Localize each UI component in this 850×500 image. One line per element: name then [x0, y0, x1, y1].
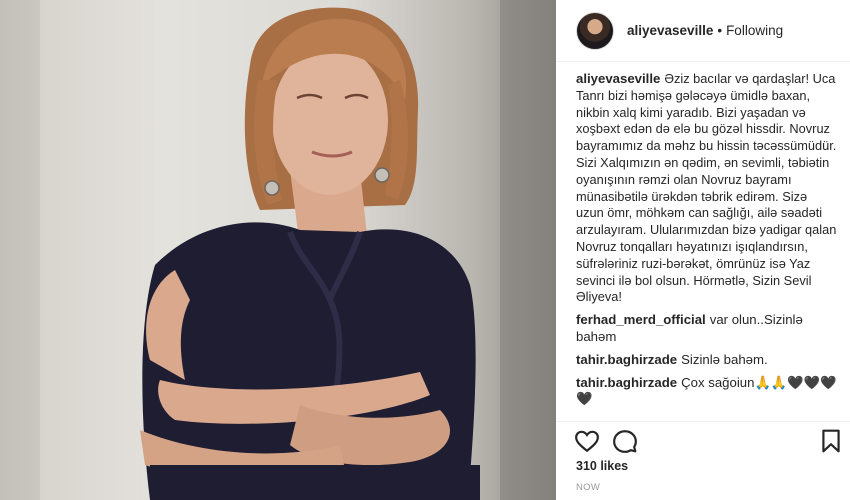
timestamp: NOW: [576, 482, 601, 493]
username-link[interactable]: aliyevaseville: [627, 23, 713, 38]
caption: aliyevaseville Əziz bacılar və qardaşlar!…: [576, 71, 838, 306]
follow-status[interactable]: Following: [726, 23, 783, 38]
list-item: tahir.baghirzade Çox sağoiun🙏🙏🖤🖤🖤🖤: [576, 375, 838, 409]
comment-text: Sizinlə bahəm.: [681, 351, 768, 367]
comment-username[interactable]: tahir.baghirzade: [576, 375, 677, 390]
post-photo[interactable]: [0, 0, 556, 500]
comments-list[interactable]: aliyevaseville Əziz bacılar və qardaşlar!…: [576, 71, 838, 409]
avatar[interactable]: [576, 11, 614, 50]
heart-icon[interactable]: [574, 428, 600, 454]
comment-username[interactable]: tahir.baghirzade: [576, 352, 677, 367]
post-header: aliyevaseville • Following: [556, 0, 850, 62]
caption-text: Əziz bacılar və qardaşlar! Uca Tanrı biz…: [576, 71, 837, 305]
comment-username[interactable]: ferhad_merd_official: [576, 312, 706, 327]
list-item: ferhad_merd_official var olun..Sizinlə ba…: [576, 312, 838, 346]
bookmark-icon[interactable]: [818, 428, 844, 454]
caption-username[interactable]: aliyevaseville: [576, 71, 660, 86]
header-text: aliyevaseville • Following: [627, 23, 783, 38]
portrait-illustration: [0, 0, 556, 500]
separator-dot: •: [717, 23, 723, 38]
action-bar: [556, 421, 850, 457]
list-item: tahir.baghirzade Sizinlə bahəm.: [576, 352, 838, 369]
post-sidebar: aliyevaseville • Following aliyevaseville Ə…: [556, 0, 850, 500]
likes-count[interactable]: 310 likes: [576, 459, 628, 473]
speech-bubble-icon[interactable]: [612, 428, 638, 454]
